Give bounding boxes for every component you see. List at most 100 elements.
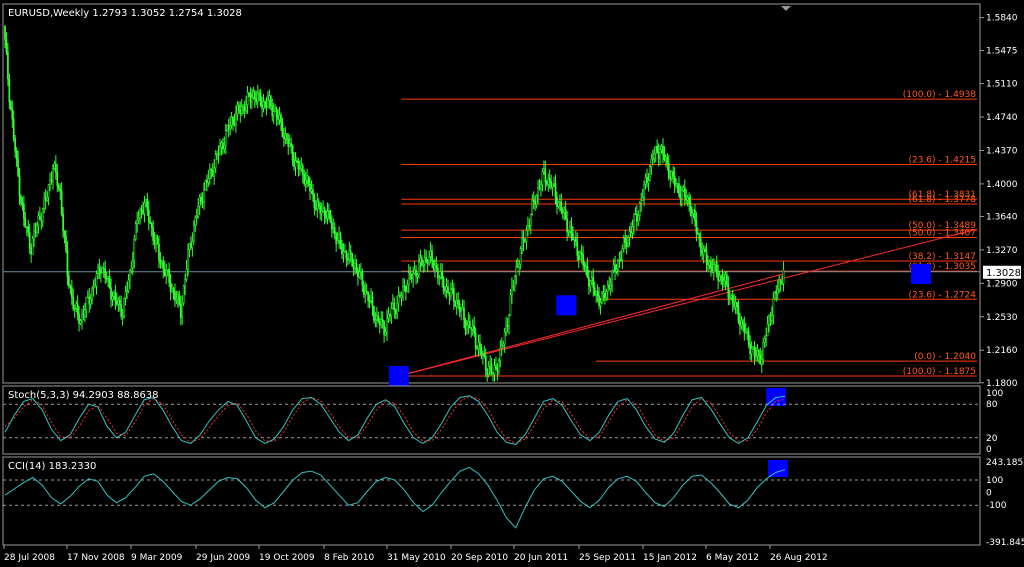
candle-body	[425, 257, 428, 261]
candle-body	[445, 286, 448, 291]
candle-body	[717, 273, 720, 281]
candle-body	[666, 156, 669, 164]
candle-body	[486, 369, 489, 375]
candle-body	[428, 255, 430, 264]
candle-body	[335, 233, 338, 244]
candle-body	[702, 248, 705, 255]
cci-y-tick-label: -391.845	[986, 538, 1024, 548]
candle-body	[704, 248, 706, 252]
candle-body	[617, 259, 619, 270]
candle-body	[763, 338, 766, 343]
candle-body	[171, 288, 173, 292]
candle-body	[113, 292, 115, 297]
candle-body	[781, 282, 783, 285]
candle-body	[346, 258, 349, 261]
candle-body	[419, 257, 422, 263]
candle-body	[460, 309, 462, 313]
candle-body	[710, 261, 712, 269]
candle-body	[245, 104, 247, 112]
candle-body	[547, 178, 550, 185]
candle-body	[712, 264, 715, 273]
candle-body	[348, 250, 351, 260]
candle-body	[313, 194, 316, 208]
main-y-tick-label: 1.2530	[986, 313, 1018, 323]
candle-body	[129, 270, 131, 281]
x-tick-label: 20 Sep 2010	[451, 553, 508, 563]
candle-body	[182, 285, 185, 304]
candle-body	[711, 267, 714, 273]
candle-body	[400, 295, 403, 298]
candle-body	[91, 287, 94, 300]
fib-level-label: (38.2) - 1.3147	[908, 252, 976, 262]
chart-canvas: EURUSD,Weekly 1.2793 1.3052 1.2754 1.302…	[0, 0, 1024, 567]
candle-body	[320, 210, 323, 214]
candle-body	[667, 163, 670, 178]
candle-body	[650, 158, 653, 167]
candle-body	[708, 261, 711, 266]
fib-level-label: (0.0) - 1.2040	[914, 352, 976, 362]
candle-body	[330, 221, 333, 230]
candle-body	[739, 321, 741, 327]
candle-body	[556, 196, 558, 207]
candle-body	[333, 227, 336, 234]
candle-body	[726, 274, 728, 285]
candle-body	[117, 299, 120, 305]
candle-body	[377, 315, 380, 322]
candle-body	[30, 248, 32, 255]
candle-body	[503, 331, 506, 345]
candle-body	[46, 196, 48, 202]
candle-body	[287, 139, 290, 147]
candle-body	[146, 198, 149, 211]
candle-body	[421, 257, 423, 266]
candle-body	[492, 372, 494, 375]
candle-body	[4, 25, 6, 40]
fib-level-label: (100.0) - 1.4938	[903, 90, 977, 100]
candle-body	[765, 335, 767, 339]
candle-body	[14, 138, 17, 152]
candle-body	[670, 171, 673, 179]
cci-y-tick-label: -100	[986, 501, 1007, 511]
candle-body	[737, 306, 740, 323]
candle-body	[325, 215, 327, 219]
candle-body	[166, 269, 169, 271]
candle-body	[733, 302, 736, 308]
stoch-y-tick-label: 80	[986, 400, 998, 410]
candle-body	[583, 264, 586, 267]
candle-body	[364, 290, 367, 295]
candle-body	[689, 203, 692, 216]
candle-body	[256, 92, 259, 102]
candle-body	[442, 278, 445, 291]
candle-body	[476, 346, 478, 349]
candle-body	[280, 114, 282, 123]
candle-body	[314, 207, 317, 210]
candle-body	[133, 238, 136, 261]
candle-body	[293, 159, 295, 168]
candle-body	[371, 296, 374, 308]
candle-body	[94, 285, 96, 288]
candle-body	[457, 300, 460, 304]
candle-body	[76, 303, 79, 315]
candle-body	[651, 158, 654, 161]
candle-body	[724, 274, 727, 282]
candle-body	[434, 265, 436, 269]
candle-body	[544, 168, 547, 183]
candle-body	[358, 271, 361, 277]
candle-body	[102, 267, 105, 270]
candle-body	[691, 213, 693, 216]
candle-body	[589, 280, 592, 287]
candle-body	[480, 347, 483, 356]
candle-body	[431, 250, 433, 261]
candle-body	[288, 143, 291, 147]
candle-body	[261, 105, 263, 109]
candle-body	[541, 171, 544, 185]
candle-body	[409, 272, 412, 275]
candle-body	[131, 260, 134, 269]
candle-body	[224, 130, 227, 146]
fib-level-label: (23.6) - 1.4215	[908, 155, 976, 165]
candle-body	[393, 302, 396, 311]
main-y-tick-label: 1.5110	[986, 80, 1018, 90]
candle-body	[521, 238, 523, 250]
candle-body	[54, 163, 57, 173]
candle-body	[304, 180, 307, 185]
candle-body	[548, 178, 551, 182]
